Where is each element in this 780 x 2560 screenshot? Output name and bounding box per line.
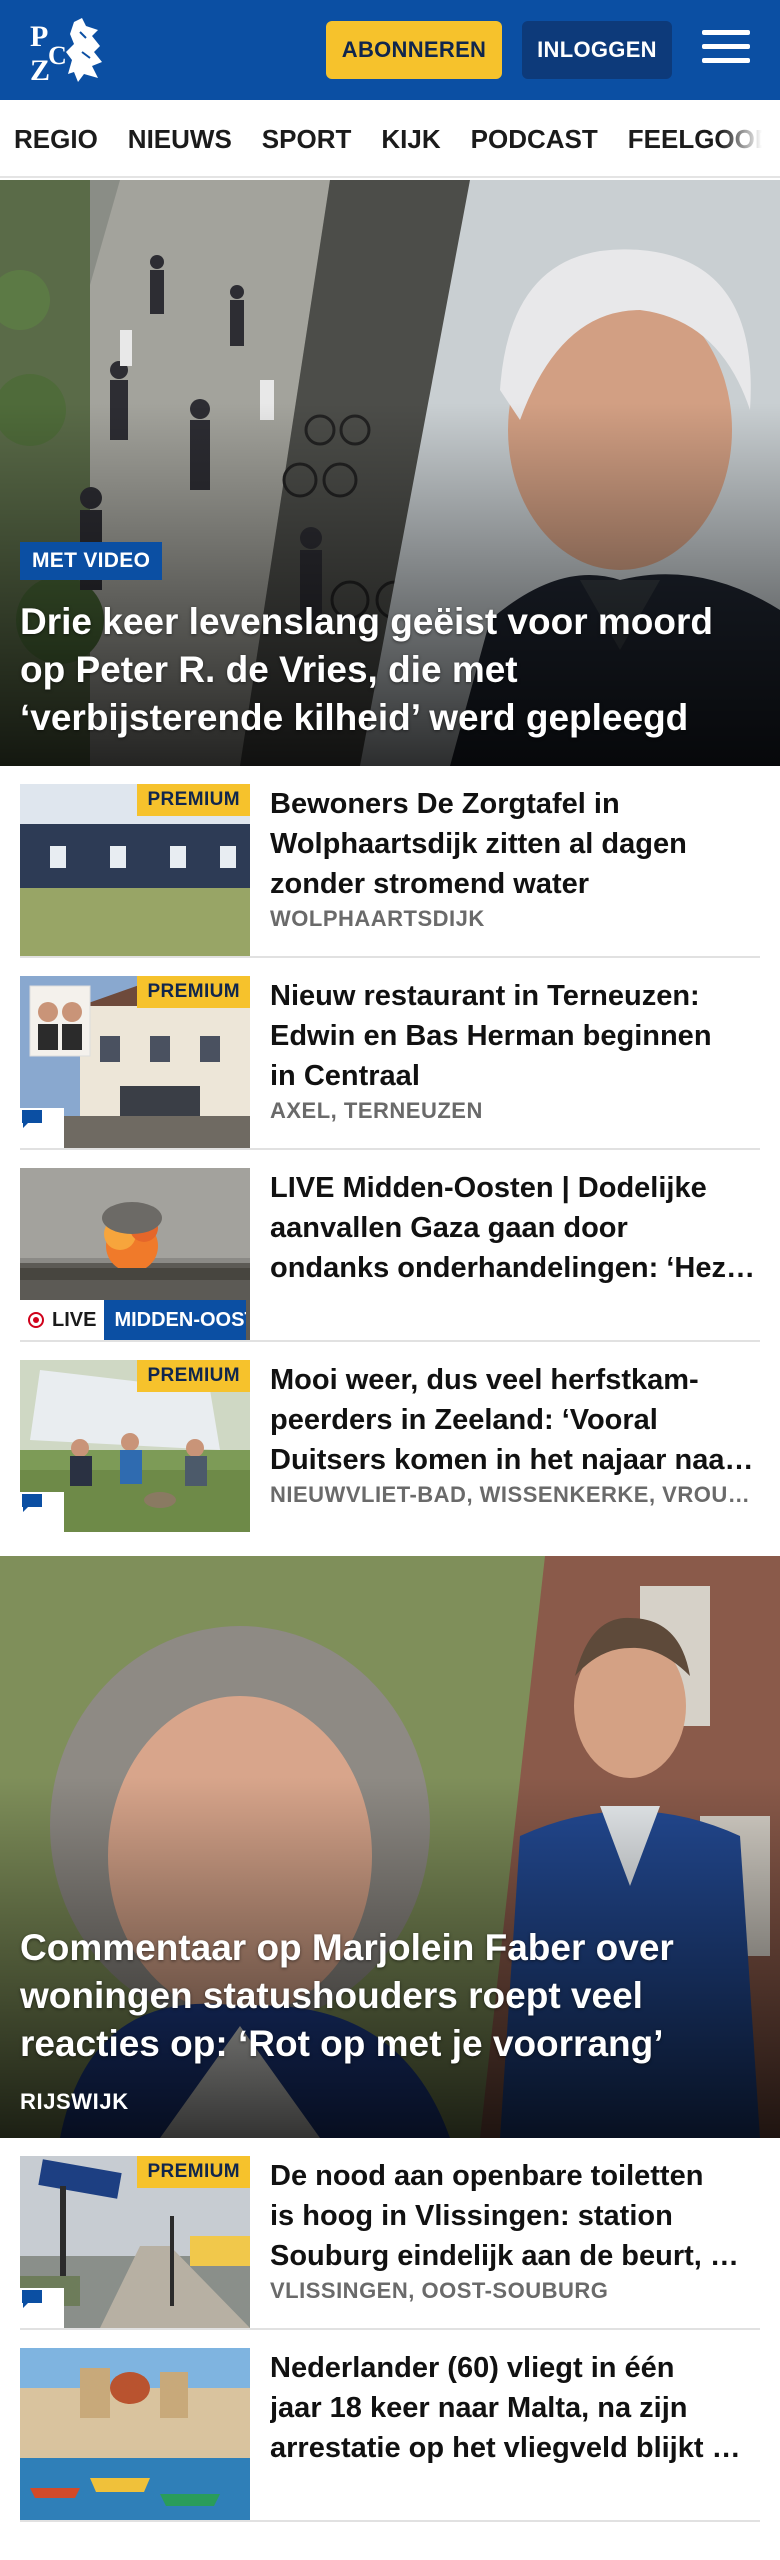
title-line: LIVE Midden-Oosten | Dodelijke bbox=[270, 1172, 707, 1204]
nav-item-kijk[interactable]: KIJK bbox=[381, 100, 440, 176]
comment-icon bbox=[20, 1108, 64, 1148]
title-line: Souburg eindelijk aan de beurt, maar nog… bbox=[270, 2240, 760, 2272]
article-location: AXEL, TERNEUZEN bbox=[270, 1098, 483, 1123]
category-label: MIDDEN-OOSTEN bbox=[104, 1300, 247, 1340]
nav-item-nieuws[interactable]: NIEUWS bbox=[128, 100, 232, 176]
title-line: Duitsers komen in het najaar naar de kus… bbox=[270, 1444, 760, 1476]
site-header: P Z C ABONNEREN INLOGGEN bbox=[0, 0, 780, 100]
title-line: ondanks onderhandelingen: ‘Hezbollah bbox=[270, 1252, 760, 1284]
title-line: in Centraal bbox=[270, 1060, 420, 1092]
list-item[interactable]: PREMIUM Mooi weer, dus veel herfstkam- p… bbox=[20, 1342, 760, 1534]
live-badge: LIVE MIDDEN-OOSTEN bbox=[20, 1300, 247, 1340]
article-title[interactable]: LIVE Midden-Oosten | Dodelijke aanvallen… bbox=[270, 1168, 760, 1288]
list-item[interactable]: Nederlander (60) vliegt in één jaar 18 k… bbox=[20, 2330, 760, 2522]
title-line: Bewoners De Zorgtafel in bbox=[270, 788, 620, 820]
hero-location: RIJSWIJK bbox=[20, 2089, 129, 2114]
article-thumbnail: PREMIUM bbox=[20, 2156, 250, 2328]
divider bbox=[20, 2520, 760, 2522]
pzc-logo[interactable]: P Z C bbox=[28, 12, 112, 88]
article-location: NIEUWVLIET-BAD, WISSENKERKE, VROUWENPOLD… bbox=[270, 1482, 760, 1507]
article-title[interactable]: Mooi weer, dus veel herfstkam- peerders … bbox=[270, 1360, 760, 1480]
article-location: WOLPHAARTSDIJK bbox=[270, 906, 485, 931]
svg-text:Z: Z bbox=[30, 54, 50, 87]
svg-text:C: C bbox=[48, 41, 67, 70]
title-line: zonder stromend water bbox=[270, 868, 590, 900]
article-location: VLISSINGEN, OOST-SOUBURG bbox=[270, 2278, 609, 2303]
article-title[interactable]: De nood aan openbare toiletten is hoog i… bbox=[270, 2156, 760, 2276]
premium-badge: PREMIUM bbox=[137, 784, 250, 816]
title-line: arrestatie op het vliegveld blijkt waaro… bbox=[270, 2432, 760, 2464]
article-thumbnail: LIVE MIDDEN-OOSTEN bbox=[20, 1168, 250, 1340]
hero-article-peter-r-de-vries[interactable]: MET VIDEO Drie keer levenslang geëist vo… bbox=[0, 180, 780, 766]
nav-item-podcast[interactable]: PODCAST bbox=[471, 100, 598, 176]
comment-icon bbox=[20, 1492, 64, 1532]
live-label: LIVE bbox=[52, 1308, 97, 1331]
nav-scroll-fade bbox=[720, 100, 780, 176]
title-line: Nieuw restaurant in Terneuzen: bbox=[270, 980, 700, 1012]
hero-title[interactable]: Commentaar op Marjolein Faber over wonin… bbox=[20, 1924, 768, 2068]
live-dot-icon bbox=[28, 1312, 44, 1328]
category-text: MIDDEN-OOSTEN bbox=[114, 1308, 246, 1331]
hero-title[interactable]: Drie keer levenslang geëist voor moord o… bbox=[20, 598, 768, 742]
list-item[interactable]: PREMIUM De nood aan openbare toiletten i… bbox=[20, 2138, 760, 2330]
login-button[interactable]: INLOGGEN bbox=[522, 21, 672, 79]
svg-text:P: P bbox=[30, 20, 48, 53]
title-line: jaar 18 keer naar Malta, na zijn bbox=[270, 2392, 688, 2424]
list-item[interactable]: LIVE MIDDEN-OOSTEN LIVE Midden-Oosten | … bbox=[20, 1150, 760, 1342]
subscribe-button[interactable]: ABONNEREN bbox=[326, 21, 502, 79]
title-line: aanvallen Gaza gaan door bbox=[270, 1212, 628, 1244]
menu-icon[interactable] bbox=[698, 24, 754, 76]
video-badge: MET VIDEO bbox=[20, 542, 163, 580]
title-line: Edwin en Bas Herman beginnen bbox=[270, 1020, 712, 1052]
list-item[interactable]: PREMIUM Nieuw restaurant in Terneuzen: E… bbox=[20, 958, 760, 1150]
premium-badge: PREMIUM bbox=[137, 2156, 250, 2188]
title-line: Nederlander (60) vliegt in één bbox=[270, 2352, 675, 2384]
title-line: is hoog in Vlissingen: station bbox=[270, 2200, 673, 2232]
article-title[interactable]: Nieuw restaurant in Terneuzen: Edwin en … bbox=[270, 976, 760, 1096]
hero-article-marjolein-faber[interactable]: Commentaar op Marjolein Faber over wonin… bbox=[0, 1556, 780, 2138]
title-line: peerders in Zeeland: ‘Vooral bbox=[270, 1404, 658, 1436]
title-line: De nood aan openbare toiletten bbox=[270, 2160, 704, 2192]
section-nav: REGIO NIEUWS SPORT KIJK PODCAST FEELGOOD bbox=[0, 100, 780, 178]
article-thumbnail bbox=[20, 2348, 250, 2520]
article-thumbnail: PREMIUM bbox=[20, 784, 250, 956]
article-thumbnail: PREMIUM bbox=[20, 1360, 250, 1532]
list-item[interactable]: PREMIUM Bewoners De Zorgtafel in Wolphaa… bbox=[20, 766, 760, 958]
title-line: Wolphaartsdijk zitten al dagen bbox=[270, 828, 687, 860]
premium-badge: PREMIUM bbox=[137, 976, 250, 1008]
nav-item-regio[interactable]: REGIO bbox=[14, 100, 98, 176]
article-title[interactable]: Nederlander (60) vliegt in één jaar 18 k… bbox=[270, 2348, 760, 2468]
article-thumbnail: PREMIUM bbox=[20, 976, 250, 1148]
comment-icon bbox=[20, 2288, 64, 2328]
title-line: Mooi weer, dus veel herfstkam- bbox=[270, 1364, 699, 1396]
article-title[interactable]: Bewoners De Zorgtafel in Wolphaartsdijk … bbox=[270, 784, 760, 904]
premium-badge: PREMIUM bbox=[137, 1360, 250, 1392]
nav-item-sport[interactable]: SPORT bbox=[262, 100, 352, 176]
